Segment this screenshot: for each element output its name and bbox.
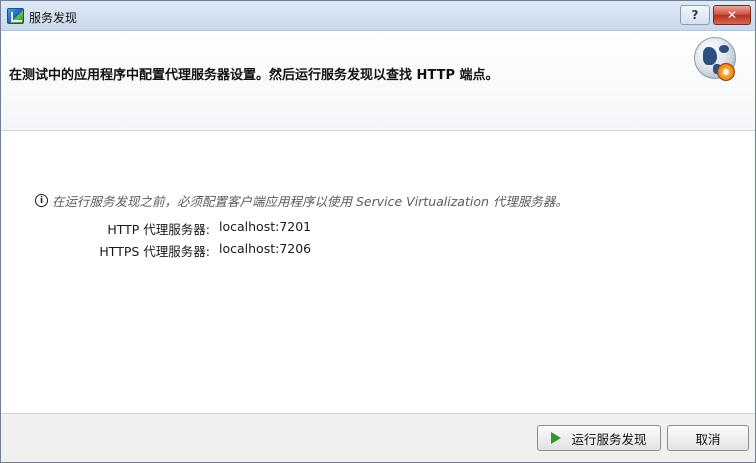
content-area: [1, 132, 755, 413]
help-button[interactable]: ?: [680, 5, 710, 25]
http-proxy-value: localhost:7201: [219, 219, 312, 234]
play-icon: [551, 432, 562, 444]
run-discovery-button[interactable]: 运行服务发现: [537, 425, 661, 451]
info-message: i 在运行服务发现之前，必须配置客户端应用程序以使用 Service Virtu…: [35, 191, 568, 210]
app-icon: [7, 8, 24, 24]
info-icon: i: [35, 194, 48, 207]
header-instruction: 在测试中的应用程序中配置代理服务器设置。然后运行服务发现以查找 HTTP 端点。: [9, 68, 499, 83]
cancel-button[interactable]: 取消: [667, 425, 749, 451]
button-bar: 运行服务发现 取消: [1, 413, 755, 462]
header-panel: 在测试中的应用程序中配置代理服务器设置。然后运行服务发现以查找 HTTP 端点。: [1, 31, 755, 131]
https-proxy-label: HTTPS 代理服务器:: [99, 244, 210, 259]
http-proxy-label: HTTP 代理服务器:: [107, 222, 210, 237]
title-bar[interactable]: 服务发现 ? ✕: [1, 1, 755, 31]
gear-icon: [717, 63, 735, 81]
https-proxy-value: localhost:7206: [219, 241, 312, 256]
info-text: 在运行服务发现之前，必须配置客户端应用程序以使用 Service Virtual…: [52, 194, 568, 209]
close-button[interactable]: ✕: [713, 5, 751, 25]
https-proxy-row: HTTPS 代理服务器: localhost:7206: [1, 241, 756, 259]
run-discovery-label: 运行服务发现: [571, 431, 647, 447]
http-proxy-row: HTTP 代理服务器: localhost:7201: [1, 219, 756, 237]
window-title: 服务发现: [29, 11, 78, 25]
service-discovery-dialog: 服务发现 ? ✕ 在测试中的应用程序中配置代理服务器设置。然后运行服务发现以查找…: [0, 0, 756, 463]
